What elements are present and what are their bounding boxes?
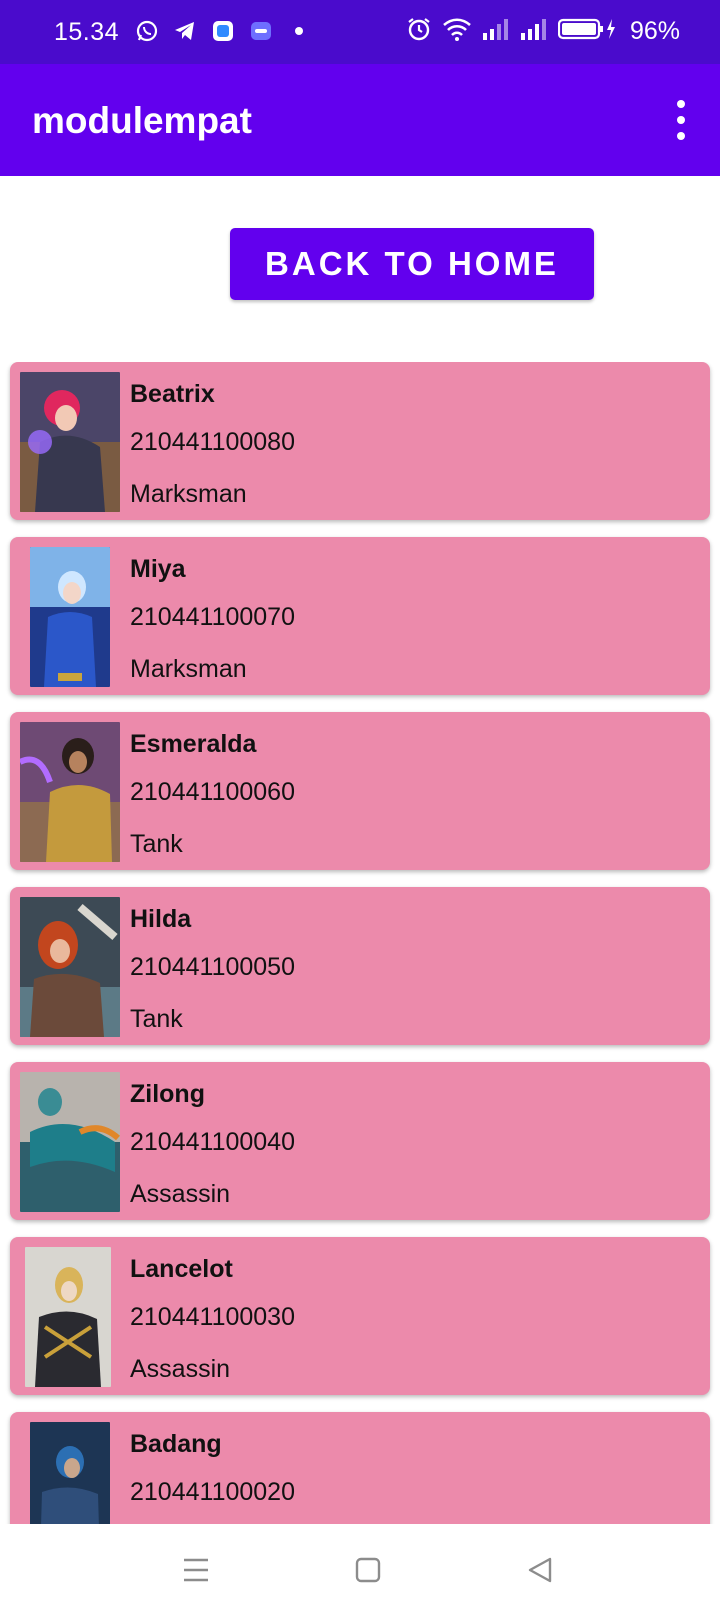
navigation-bar [0,1524,720,1612]
list-item[interactable]: Beatrix 210441100080 Marksman [10,362,710,520]
hero-role: Assassin [130,1180,231,1208]
status-time: 15.34 [54,18,120,46]
hero-name: Esmeralda [130,730,257,758]
menu-dot [677,100,685,108]
hero-thumbnail [20,722,120,862]
hero-thumbnail [30,1422,110,1524]
hero-thumbnail [20,372,120,512]
hero-id: 210441100080 [130,428,295,456]
status-bar: 15.34 96% [0,0,720,64]
hero-id: 210441100020 [130,1478,295,1506]
battery-icon [557,17,620,46]
page-title: modulempat [32,100,252,141]
menu-icon[interactable] [176,1550,216,1590]
hero-role: Tank [130,1005,183,1033]
app-icon [210,18,236,44]
whatsapp-icon [134,18,160,44]
hero-id: 210441100060 [130,778,295,806]
menu-dot [677,132,685,140]
hero-name: Zilong [130,1080,205,1108]
hero-role: Marksman [130,655,247,683]
notification-icons [134,18,312,44]
hero-thumbnail [20,897,120,1037]
system-icons: 96% [406,16,680,47]
list-item[interactable]: Esmeralda 210441100060 Tank [10,712,710,870]
telegram-icon [172,18,198,44]
list-item[interactable]: Hilda 210441100050 Tank [10,887,710,1045]
hero-thumbnail [25,1247,111,1387]
hero-thumbnail [30,547,110,687]
hero-list[interactable]: Beatrix 210441100080 Marksman Miya 21044… [0,362,720,1524]
hero-role: Tank [130,830,183,858]
list-item[interactable]: Lancelot 210441100030 Assassin [10,1237,710,1395]
hero-thumbnail [20,1072,120,1212]
hero-id: 210441100070 [130,603,295,631]
hero-name: Hilda [130,905,192,933]
hero-name: Badang [130,1430,222,1458]
hero-role: Assassin [130,1355,231,1383]
hero-name: Miya [130,555,186,583]
hero-name: Beatrix [130,380,215,408]
hero-role: Marksman [130,480,247,508]
signal-icon [482,17,510,46]
hero-id: 210441100040 [130,1128,295,1156]
more-vert-icon[interactable] [666,100,696,140]
signal-icon [520,17,548,46]
dot-icon [286,18,312,44]
list-item[interactable]: Zilong 210441100040 Assassin [10,1062,710,1220]
wifi-icon [442,16,472,47]
home-icon[interactable] [348,1550,388,1590]
battery-percent: 96% [629,17,680,45]
app-bar: modulempat [0,64,720,176]
back-icon[interactable] [520,1550,560,1590]
game-icon [248,18,274,44]
back-to-home-button[interactable]: BACK TO HOME [230,228,594,300]
list-item[interactable]: Badang 210441100020 [10,1412,710,1524]
list-item[interactable]: Miya 210441100070 Marksman [10,537,710,695]
alarm-icon [406,16,432,47]
menu-dot [677,116,685,124]
hero-id: 210441100050 [130,953,295,981]
hero-name: Lancelot [130,1255,233,1283]
hero-id: 210441100030 [130,1303,295,1331]
